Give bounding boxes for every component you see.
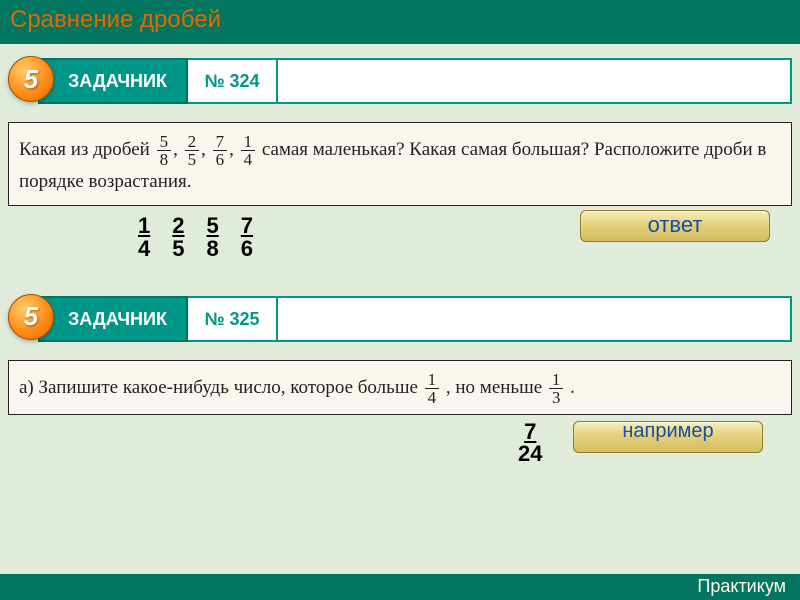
task1-number-label: № 324 bbox=[188, 58, 278, 104]
badge-number: 5 bbox=[24, 64, 38, 95]
task1-header: 5 ЗАДАЧНИК № 324 bbox=[8, 58, 792, 104]
page-title: Сравнение дробей bbox=[10, 6, 790, 34]
grade-badge-2: 5 bbox=[8, 294, 54, 340]
answer-button[interactable]: ответ bbox=[580, 210, 770, 242]
ans-frac-2: 58 bbox=[207, 214, 219, 260]
task1-source-label: ЗАДАЧНИК bbox=[38, 58, 188, 104]
example-frac: 7 24 bbox=[518, 421, 542, 466]
task2-labels: ЗАДАЧНИК № 325 bbox=[38, 296, 278, 342]
ans-frac-1: 25 bbox=[172, 214, 184, 260]
badge-number-2: 5 bbox=[24, 301, 38, 332]
header-bar: Сравнение дробей bbox=[0, 0, 800, 44]
ans-frac-0: 14 bbox=[138, 214, 150, 260]
task2-frac-2: 13 bbox=[549, 371, 564, 406]
task1-answer-row: 14 25 58 76 ответ bbox=[18, 214, 782, 260]
task2-text-suffix: . bbox=[570, 377, 575, 398]
ans-frac-3: 76 bbox=[241, 214, 253, 260]
task2-number-label: № 325 bbox=[188, 296, 278, 342]
task1-header-fill bbox=[278, 58, 792, 104]
task2-text-mid: , но меньше bbox=[446, 377, 547, 398]
task1-frac-1: 25 bbox=[185, 133, 200, 168]
task2-frac-1: 14 bbox=[425, 371, 440, 406]
task2-problem: а) Запишите какое-нибудь число, которое … bbox=[8, 360, 792, 415]
footer-bar: Практикум bbox=[0, 574, 800, 600]
task2-header: 5 ЗАДАЧНИК № 325 bbox=[8, 296, 792, 342]
task2-header-fill bbox=[278, 296, 792, 342]
task2-example-row: 7 24 например bbox=[18, 419, 782, 489]
task1-frac-3: 14 bbox=[241, 133, 256, 168]
task1-text-pre: Какая из дробей bbox=[19, 139, 155, 160]
example-button[interactable]: например bbox=[573, 421, 763, 453]
task1-answer-fracs: 14 25 58 76 bbox=[138, 214, 253, 260]
footer-text: Практикум bbox=[697, 576, 786, 596]
task1-labels: ЗАДАЧНИК № 324 bbox=[38, 58, 278, 104]
task2-text-pre: а) Запишите какое-нибудь число, которое … bbox=[19, 377, 423, 398]
task2-source-label: ЗАДАЧНИК bbox=[38, 296, 188, 342]
task1-frac-2: 76 bbox=[213, 133, 228, 168]
grade-badge: 5 bbox=[8, 56, 54, 102]
task1-frac-0: 58 bbox=[157, 133, 172, 168]
task1-problem: Какая из дробей 58, 25, 76, 14 самая мал… bbox=[8, 122, 792, 206]
